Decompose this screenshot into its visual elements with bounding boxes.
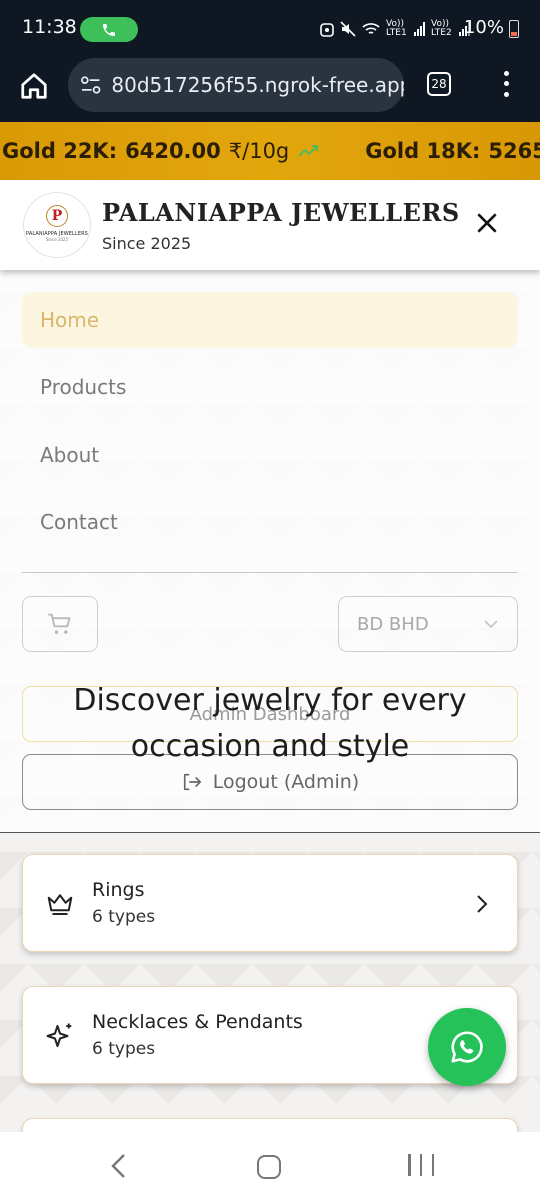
nav-item-about[interactable]: About <box>22 427 518 483</box>
category-title: Rings <box>92 879 145 901</box>
ticker-value: 5265.0 <box>488 139 540 163</box>
battery-level: 10% <box>463 17 504 38</box>
whatsapp-button[interactable] <box>428 1008 506 1086</box>
category-card-rings[interactable]: Rings 6 types <box>22 854 518 952</box>
status-icons: Vo)) LTE1 Vo)) LTE2 <box>320 17 470 41</box>
mute-icon <box>340 21 356 37</box>
category-count: 6 types <box>92 1039 156 1059</box>
whatsapp-icon <box>451 1031 483 1063</box>
browser-toolbar: 80d517256f55.ngrok-free.app 28 <box>0 56 540 122</box>
recent-apps-button[interactable] <box>408 1154 434 1178</box>
brand-since: Since 2025 <box>102 234 192 253</box>
ticker-item: Gold 18K: 5265.0 <box>365 139 540 163</box>
browser-home-button[interactable] <box>16 68 52 104</box>
trending-up-icon <box>298 145 319 157</box>
nav-item-home[interactable]: Home <box>22 292 518 348</box>
alarm-icon <box>320 23 334 37</box>
ticker-item: Gold 22K: 6420.00 ₹/10g <box>2 139 321 163</box>
currency-select[interactable]: BD BHD <box>338 596 518 652</box>
brand-logo[interactable]: P PALANIAPPA JEWELLERS Since 2025 <box>23 192 91 258</box>
category-title: Necklaces & Pendants <box>92 1011 303 1033</box>
nav-item-contact[interactable]: Contact <box>22 494 518 550</box>
ticker-label: Gold 22K: <box>2 139 118 163</box>
logout-icon <box>183 773 201 791</box>
menu-bottom-border <box>0 832 540 833</box>
sim2-label: Vo)) LTE2 <box>431 19 452 38</box>
crown-icon <box>47 894 73 915</box>
nav-item-products[interactable]: Products <box>22 359 518 415</box>
chevron-right-icon <box>477 895 488 913</box>
gold-price-ticker: Gold 22K: 6420.00 ₹/10g Gold 18K: 5265.0 <box>0 122 540 180</box>
cart-button[interactable] <box>22 596 98 652</box>
status-bar: 11:38 Vo)) LTE1 Vo)) LTE2 10% <box>0 0 540 56</box>
sparkle-icon <box>46 1023 72 1047</box>
status-time: 11:38 <box>22 16 77 38</box>
menu-divider <box>22 572 518 573</box>
back-button[interactable] <box>108 1152 130 1180</box>
logout-label: Logout (Admin) <box>212 771 360 793</box>
home-icon <box>21 73 47 99</box>
ticker-label: Gold 18K: <box>365 139 481 163</box>
currency-value: BD BHD <box>357 613 429 635</box>
system-navigation-bar <box>0 1132 540 1200</box>
address-bar[interactable]: 80d517256f55.ngrok-free.app <box>68 58 404 112</box>
brand-name[interactable]: PALANIAPPA JEWELLERS <box>102 198 460 227</box>
chevron-down-icon <box>484 620 498 629</box>
logo-monogram: P <box>46 204 68 227</box>
url-text: 80d517256f55.ngrok-free.app <box>111 73 404 97</box>
ticker-value: 6420.00 <box>125 139 221 163</box>
cart-icon <box>48 613 71 634</box>
logo-since: Since 2025 <box>45 236 69 242</box>
call-indicator[interactable] <box>80 17 138 42</box>
phone-icon <box>103 23 115 36</box>
category-count: 6 types <box>92 907 156 927</box>
site-settings-icon <box>81 76 101 94</box>
sim1-label: Vo)) LTE1 <box>386 19 407 38</box>
home-button[interactable] <box>257 1155 281 1179</box>
ticker-unit: ₹/10g <box>228 139 290 163</box>
close-menu-button[interactable] <box>474 210 500 236</box>
battery-icon <box>509 20 519 38</box>
wifi-icon <box>362 23 380 34</box>
page-content: P PALANIAPPA JEWELLERS Since 2025 PALANI… <box>0 180 540 1132</box>
site-header: P PALANIAPPA JEWELLERS Since 2025 PALANI… <box>0 180 540 270</box>
hero-tagline: Discover jewelry for every occasion and … <box>73 683 467 764</box>
tab-switcher-button[interactable]: 28 <box>427 72 451 96</box>
signal-icon <box>414 22 425 36</box>
category-card-partial[interactable] <box>22 1118 518 1132</box>
browser-menu-button[interactable] <box>496 68 516 100</box>
